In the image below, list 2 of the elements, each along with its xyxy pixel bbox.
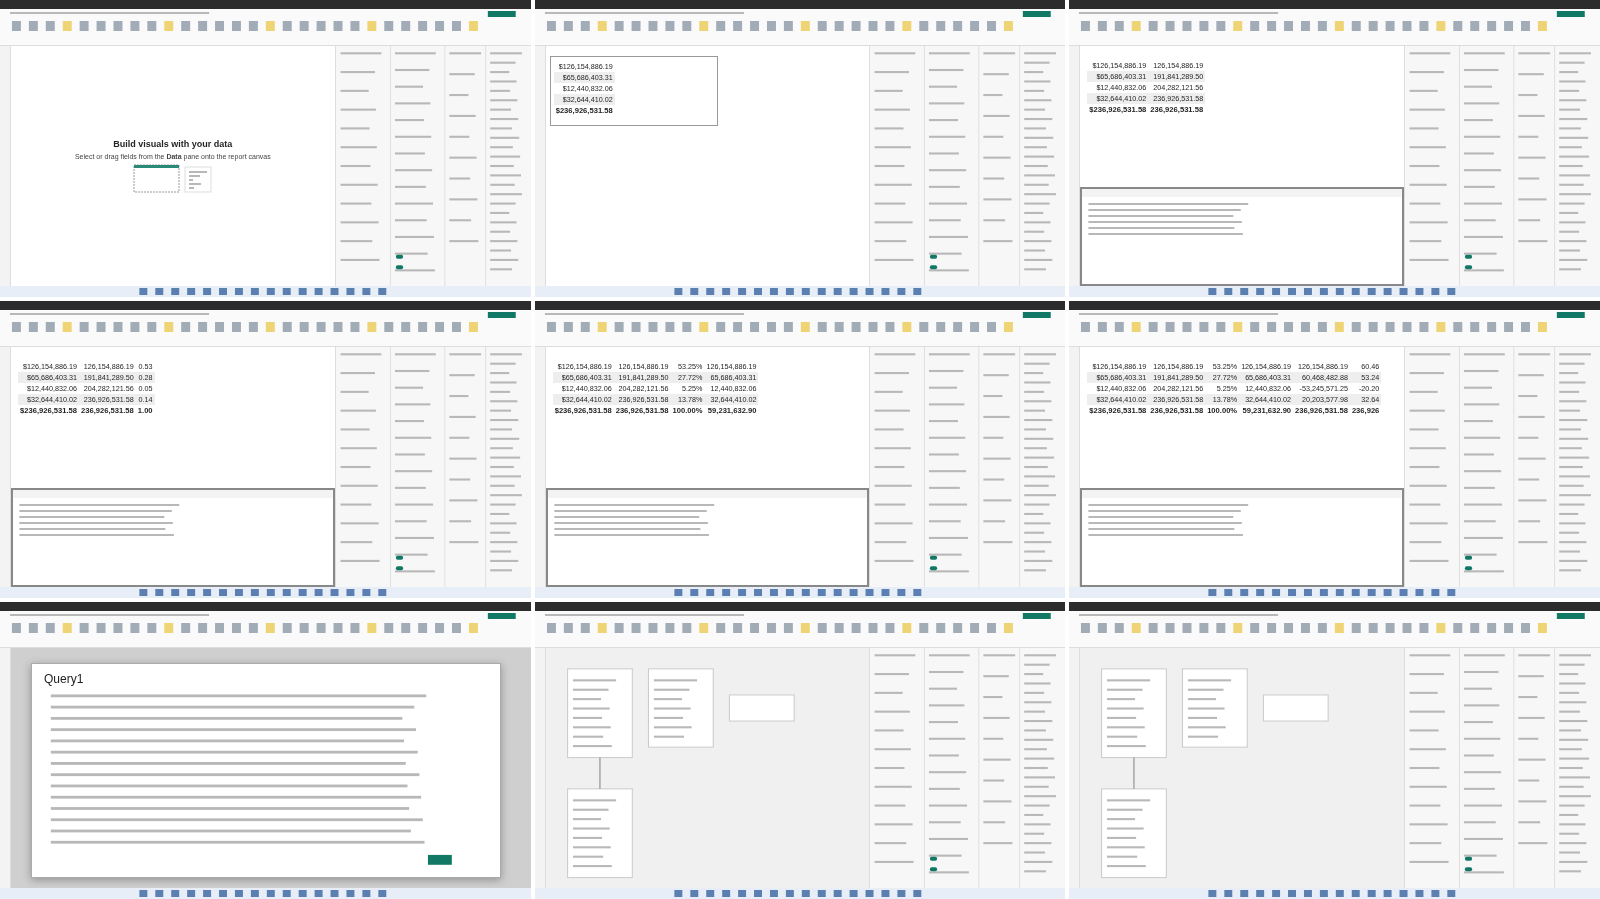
dialog-title: Query1: [44, 672, 85, 686]
empty-canvas-heading: Build visuals with your data: [113, 138, 233, 149]
